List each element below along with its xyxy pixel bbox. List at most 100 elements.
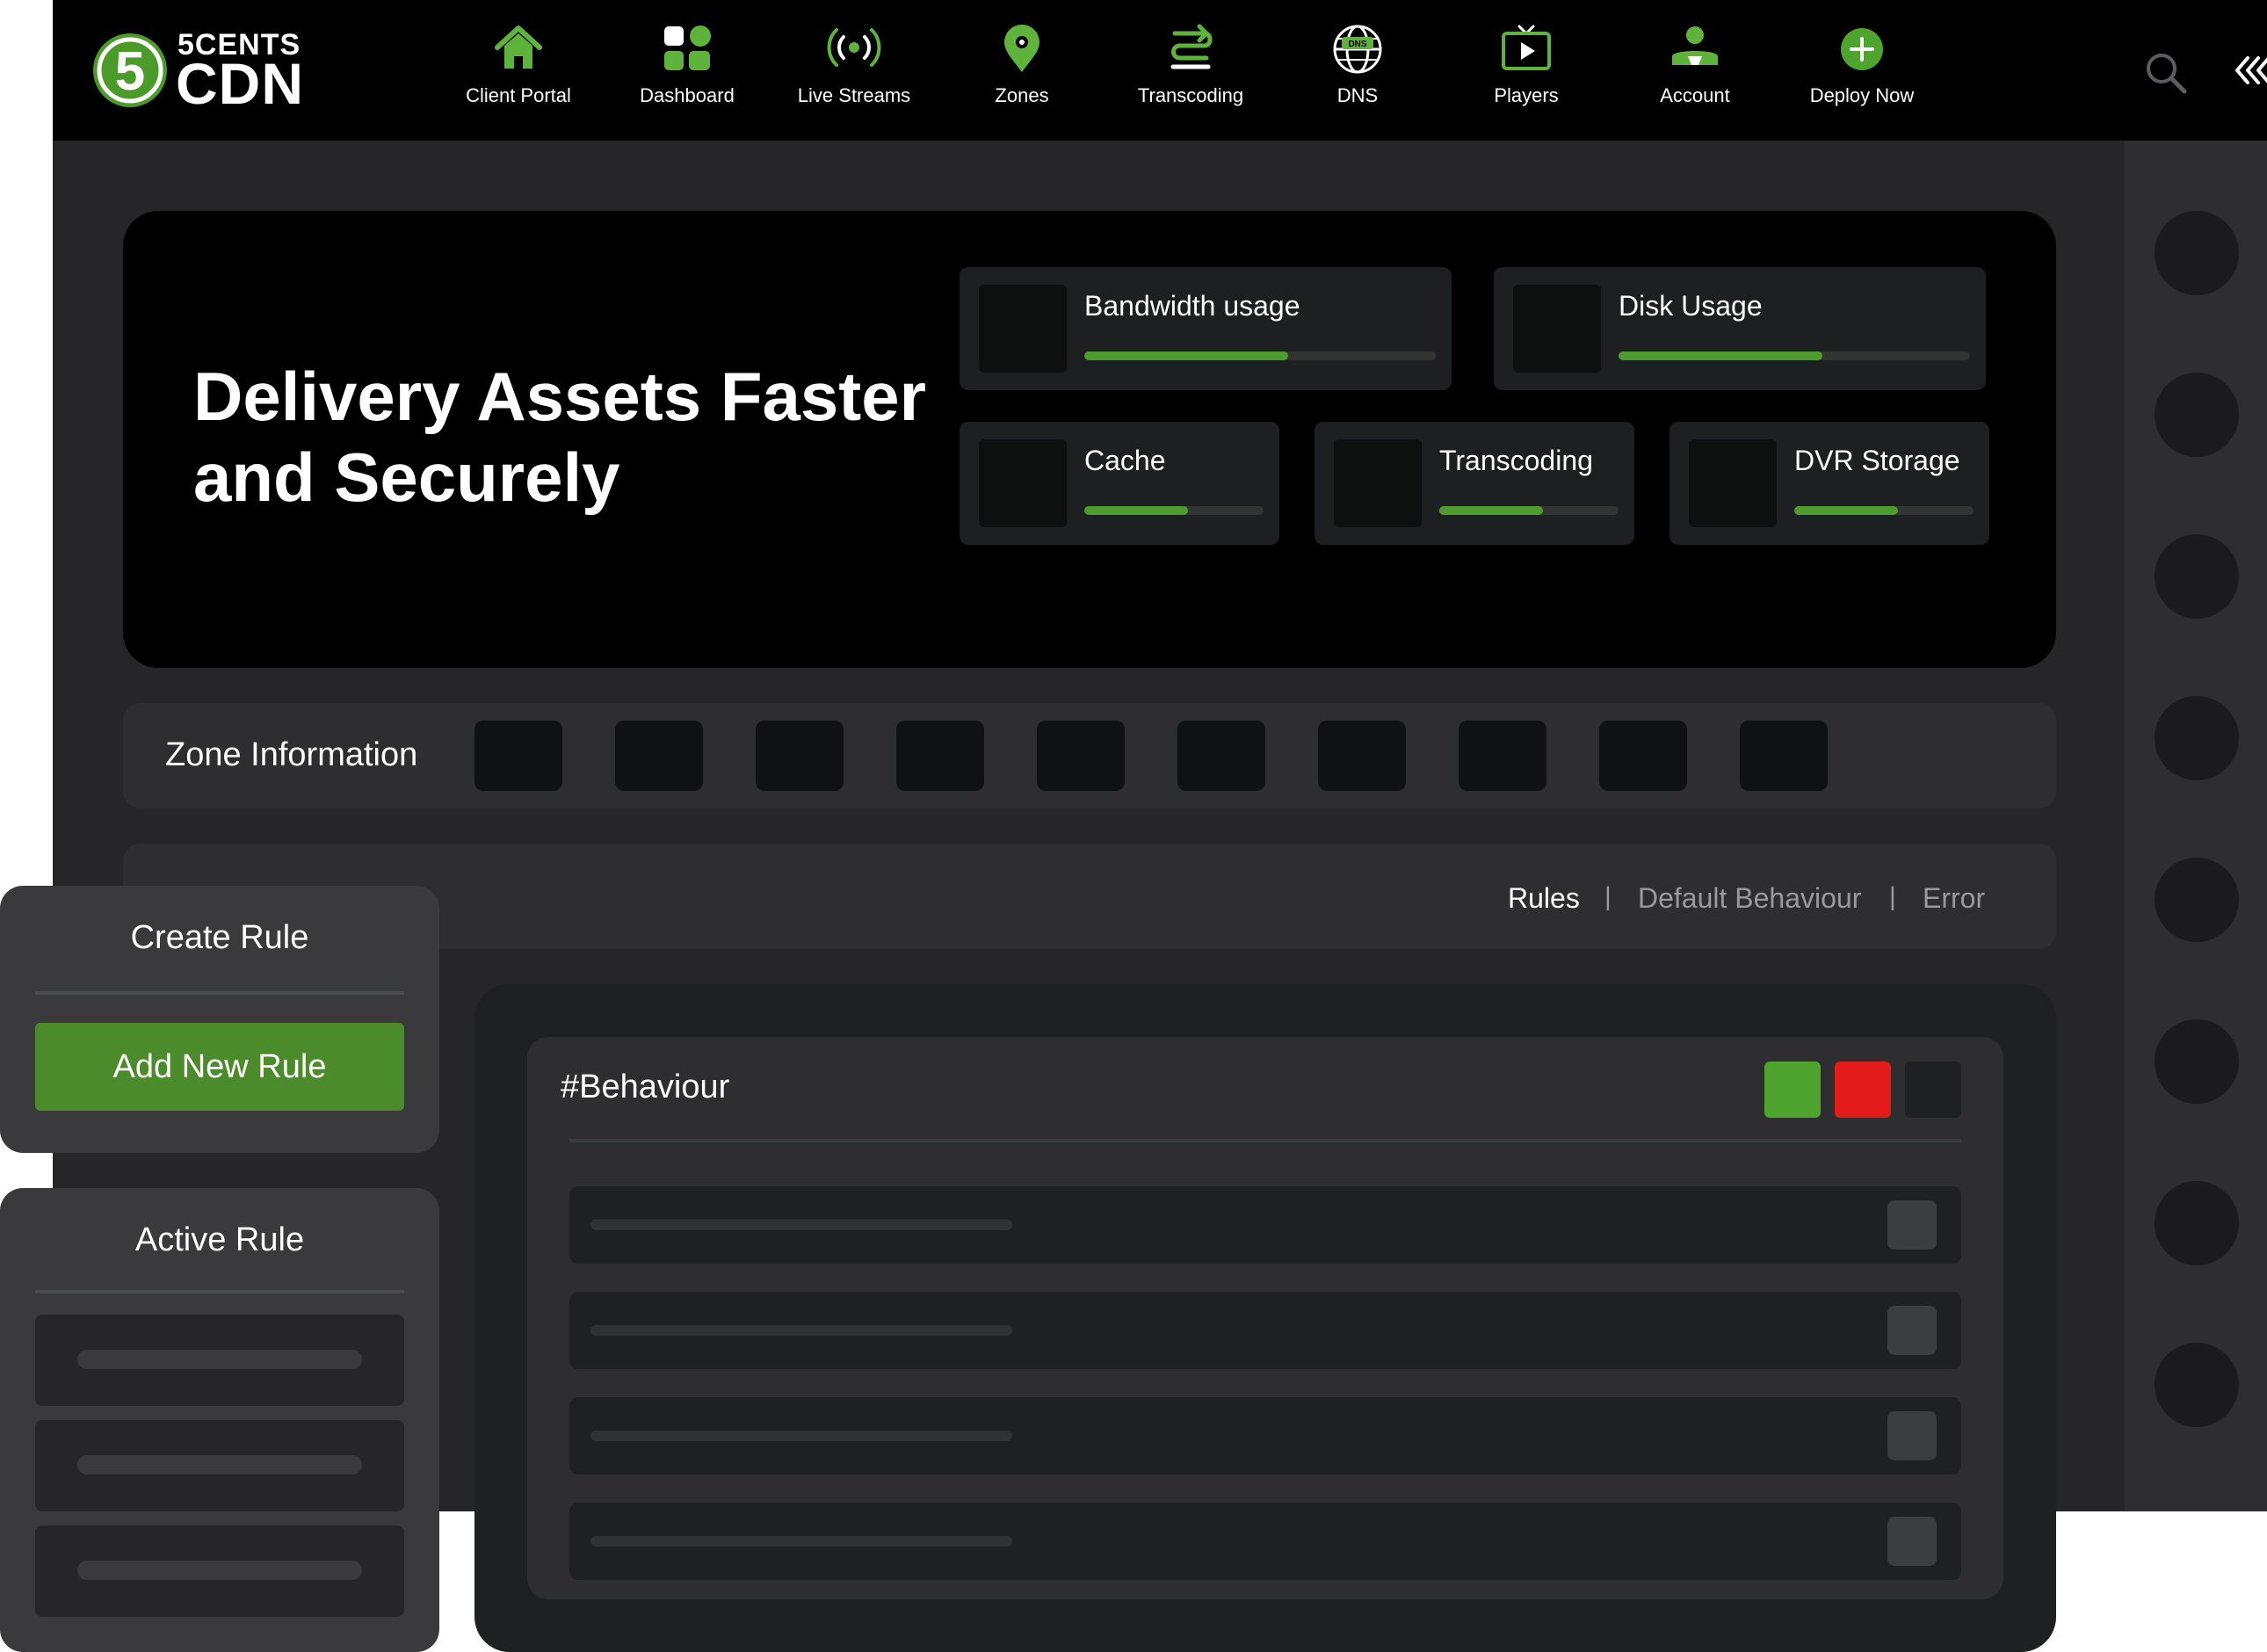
zone-slot[interactable] — [896, 721, 984, 791]
row-toggle[interactable] — [1887, 1200, 1937, 1250]
card-divider — [35, 991, 404, 995]
rail-button[interactable] — [2155, 1343, 2239, 1427]
behaviour-row[interactable] — [569, 1397, 1961, 1474]
row-toggle[interactable] — [1887, 1306, 1937, 1355]
zone-slot[interactable] — [1599, 721, 1687, 791]
zone-information-bar: Zone Information — [123, 703, 2056, 808]
stat-icon-placeholder — [1334, 439, 1422, 527]
zone-slot[interactable] — [1318, 721, 1406, 791]
stat-icon-placeholder — [979, 285, 1067, 373]
active-rule-title: Active Rule — [134, 1221, 305, 1258]
create-rule-card: Create Rule Add New Rule — [0, 886, 439, 1153]
zone-slot[interactable] — [1037, 721, 1125, 791]
nav-label: DNS — [1336, 84, 1379, 106]
add-new-rule-button[interactable]: Add New Rule — [35, 1023, 404, 1111]
zone-slot[interactable] — [1459, 721, 1546, 791]
tab-default-behaviour[interactable]: Default Behaviour — [1638, 882, 1861, 915]
nav-item-players[interactable]: Players — [1443, 21, 1610, 118]
search-icon[interactable] — [2144, 51, 2188, 95]
progress-fill — [1084, 506, 1189, 515]
active-rule-item[interactable] — [35, 1315, 404, 1406]
progress-fill — [1084, 351, 1288, 360]
transcoding-arrows-icon — [1170, 24, 1213, 69]
nav-item-client-portal[interactable]: Client Portal — [435, 21, 602, 118]
nav-label: Dashboard — [640, 84, 735, 106]
double-chevron-left-icon[interactable] — [2232, 51, 2267, 90]
behaviour-title: #Behaviour — [561, 1069, 730, 1105]
dashboard-grid-icon — [664, 25, 711, 70]
hero-banner: Delivery Assets Faster and Securely Band… — [123, 211, 2056, 668]
progress-fill — [1794, 506, 1899, 515]
progress-track — [1084, 351, 1436, 360]
svg-text:5: 5 — [115, 41, 145, 102]
more-button[interactable] — [1905, 1061, 1961, 1118]
row-toggle[interactable] — [1887, 1517, 1937, 1566]
tab-separator: | — [1889, 882, 1896, 911]
tab-rules[interactable]: Rules — [1508, 882, 1580, 915]
row-toggle[interactable] — [1887, 1411, 1937, 1460]
nav-label: Deploy Now — [1809, 84, 1915, 106]
stat-label: Cache — [1084, 445, 1166, 476]
stat-card-transcoding[interactable]: Transcoding — [1315, 422, 1634, 545]
active-rule-card: Active Rule — [0, 1188, 439, 1652]
nav-item-dns[interactable]: DNS DNS — [1274, 21, 1441, 118]
progress-track — [1439, 506, 1619, 515]
zone-slot[interactable] — [474, 721, 562, 791]
rail-button[interactable] — [2155, 1181, 2239, 1265]
zone-slot[interactable] — [1177, 721, 1265, 791]
nav-item-dashboard[interactable]: Dashboard — [604, 21, 771, 118]
active-rule-item[interactable] — [35, 1525, 404, 1617]
brand-logo[interactable]: 5 5CENTS CDN — [91, 26, 320, 114]
stat-card-dvr-storage[interactable]: DVR Storage — [1669, 422, 1989, 545]
stat-icon-placeholder — [1513, 285, 1601, 373]
behaviour-row[interactable] — [569, 1292, 1961, 1369]
nav-label: Players — [1494, 84, 1559, 106]
tv-play-icon — [1502, 25, 1551, 70]
logo-badge-icon: 5 — [93, 33, 167, 107]
stat-icon-placeholder — [979, 439, 1067, 527]
rail-button[interactable] — [2155, 858, 2239, 942]
hero-title: Delivery Assets Faster and Securely — [193, 356, 984, 518]
confirm-button[interactable] — [1764, 1061, 1821, 1118]
rail-button[interactable] — [2155, 1019, 2239, 1104]
rail-button[interactable] — [2155, 696, 2239, 780]
rule-text-placeholder — [77, 1561, 362, 1580]
progress-track — [1794, 506, 1974, 515]
nav-item-deploy-now[interactable]: Deploy Now — [1778, 21, 1945, 118]
delete-button[interactable] — [1835, 1061, 1891, 1118]
user-icon — [1672, 26, 1718, 65]
behaviour-divider — [569, 1139, 1961, 1142]
nav-label: Zones — [995, 84, 1049, 106]
brand-name-line2: CDN — [176, 51, 304, 116]
row-text-placeholder — [590, 1536, 1012, 1547]
rules-content-panel: #Behaviour — [474, 984, 2056, 1652]
rail-button[interactable] — [2155, 211, 2239, 295]
rail-button[interactable] — [2155, 373, 2239, 457]
zone-slot[interactable] — [615, 721, 703, 791]
hero-title-line: Delivery Assets Faster — [193, 358, 926, 435]
tab-separator: | — [1604, 882, 1612, 911]
progress-fill — [1439, 506, 1544, 515]
behaviour-row[interactable] — [569, 1503, 1961, 1580]
nav-item-account[interactable]: Account — [1612, 21, 1778, 118]
behaviour-card: #Behaviour — [527, 1037, 2003, 1599]
row-text-placeholder — [590, 1220, 1012, 1230]
zone-slot[interactable] — [1740, 721, 1828, 791]
plus-circle-icon — [1841, 28, 1883, 70]
tab-error[interactable]: Error — [1923, 882, 1985, 915]
stat-card-disk[interactable]: Disk Usage — [1494, 267, 1986, 390]
rule-text-placeholder — [77, 1455, 362, 1474]
broadcast-icon — [827, 28, 881, 67]
nav-item-transcoding[interactable]: Transcoding — [1107, 21, 1274, 118]
behaviour-row[interactable] — [569, 1186, 1961, 1264]
nav-item-live-streams[interactable]: Live Streams — [771, 21, 938, 118]
nav-item-zones[interactable]: Zones — [938, 21, 1105, 118]
progress-track — [1084, 506, 1264, 515]
location-pin-icon — [1004, 25, 1039, 72]
active-rule-item[interactable] — [35, 1420, 404, 1511]
row-text-placeholder — [590, 1431, 1012, 1441]
rail-button[interactable] — [2155, 534, 2239, 619]
stat-card-cache[interactable]: Cache — [960, 422, 1279, 545]
zone-slot[interactable] — [756, 721, 844, 791]
stat-card-bandwidth[interactable]: Bandwidth usage — [960, 267, 1452, 390]
